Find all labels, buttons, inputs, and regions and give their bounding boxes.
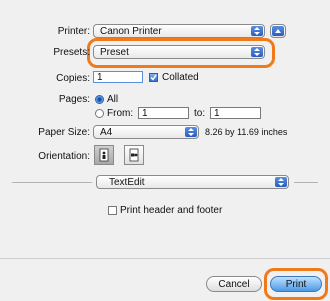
printer-value: Canon Printer: [100, 26, 162, 37]
app-options-popup[interactable]: TextEdit: [96, 175, 289, 189]
separator-right: [294, 182, 318, 183]
disclosure-button[interactable]: [270, 24, 286, 38]
presets-popup[interactable]: Preset: [93, 45, 265, 59]
paper-size-popup[interactable]: A4: [93, 125, 199, 139]
popup-arrows-icon: [251, 47, 263, 57]
printer-popup[interactable]: Canon Printer: [93, 24, 265, 38]
separator-left: [12, 182, 92, 183]
pages-label: Pages:: [58, 94, 90, 105]
pages-from-field[interactable]: 1: [138, 107, 189, 119]
presets-label: Presets:: [53, 47, 90, 58]
popup-arrows-icon: [185, 127, 197, 137]
pages-all-radio[interactable]: [95, 95, 104, 104]
paper-size-label: Paper Size:: [38, 127, 90, 138]
pages-all-label: All: [107, 94, 119, 105]
print-header-footer-checkbox[interactable]: [108, 206, 117, 215]
popup-arrows-icon: [251, 26, 263, 36]
bottom-divider: [0, 258, 330, 259]
pages-from-label: From:: [107, 108, 134, 119]
print-button[interactable]: Print: [270, 276, 322, 292]
orientation-landscape-button[interactable]: [124, 145, 144, 165]
orientation-portrait-button[interactable]: [94, 145, 114, 165]
app-options-value: TextEdit: [109, 177, 145, 188]
print-header-footer-label: Print header and footer: [120, 205, 223, 216]
landscape-icon: [129, 148, 139, 162]
orientation-label: Orientation:: [38, 151, 90, 162]
presets-value: Preset: [100, 47, 129, 58]
disclosure-triangle-icon: [272, 26, 284, 36]
popup-arrows-icon: [275, 177, 287, 187]
pages-to-label: to:: [194, 108, 206, 119]
printer-label: Printer:: [57, 26, 90, 37]
collated-checkbox[interactable]: [149, 73, 158, 82]
print-dialog: Printer: Canon Printer Presets: Preset C…: [0, 0, 330, 301]
paper-size-value: A4: [100, 127, 113, 138]
paper-dimensions: 8.26 by 11.69 inches: [205, 127, 288, 137]
copies-label: Copies:: [56, 73, 90, 84]
copies-field[interactable]: 1: [93, 71, 143, 83]
portrait-icon: [99, 148, 109, 162]
pages-to-field[interactable]: 1: [210, 107, 261, 119]
cancel-button[interactable]: Cancel: [206, 276, 262, 292]
collated-label: Collated: [162, 72, 199, 83]
pages-from-radio[interactable]: [95, 109, 104, 118]
